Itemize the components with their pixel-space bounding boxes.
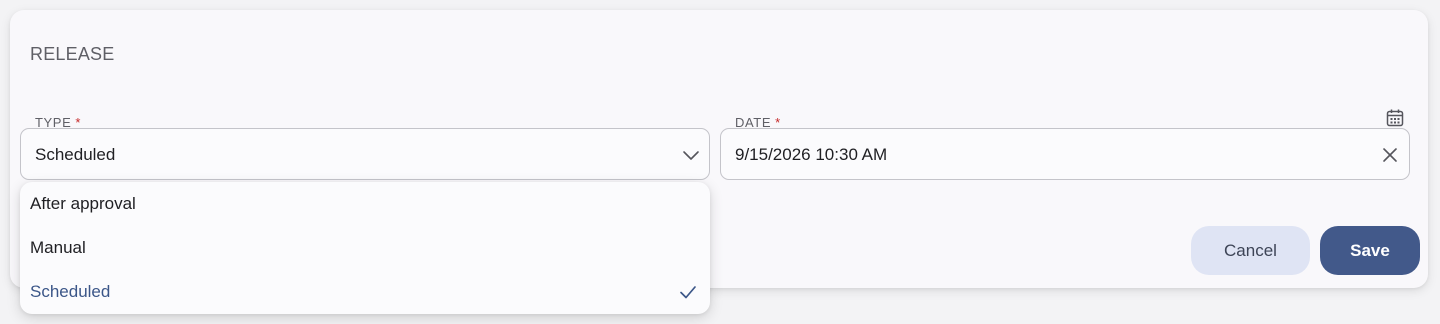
date-input-value: 9/15/2026 10:30 AM — [735, 145, 888, 164]
check-icon — [680, 286, 696, 299]
option-scheduled[interactable]: Scheduled — [20, 270, 710, 314]
section-title: RELEASE — [30, 44, 115, 64]
option-label: After approval — [30, 194, 136, 213]
chevron-down-icon[interactable] — [681, 145, 701, 165]
cancel-button[interactable]: Cancel — [1191, 226, 1310, 275]
calendar-icon[interactable] — [1385, 108, 1405, 128]
type-select-value: Scheduled — [35, 145, 116, 164]
close-icon[interactable] — [1381, 146, 1399, 164]
type-dropdown-menu: After approval Manual Scheduled — [20, 182, 710, 314]
option-after-approval[interactable]: After approval — [20, 182, 710, 226]
option-manual[interactable]: Manual — [20, 226, 710, 270]
type-select[interactable]: Scheduled — [20, 128, 710, 180]
save-button[interactable]: Save — [1320, 226, 1420, 275]
date-input[interactable]: 9/15/2026 10:30 AM — [720, 128, 1410, 180]
option-label: Manual — [30, 238, 86, 257]
option-label: Scheduled — [30, 282, 111, 301]
